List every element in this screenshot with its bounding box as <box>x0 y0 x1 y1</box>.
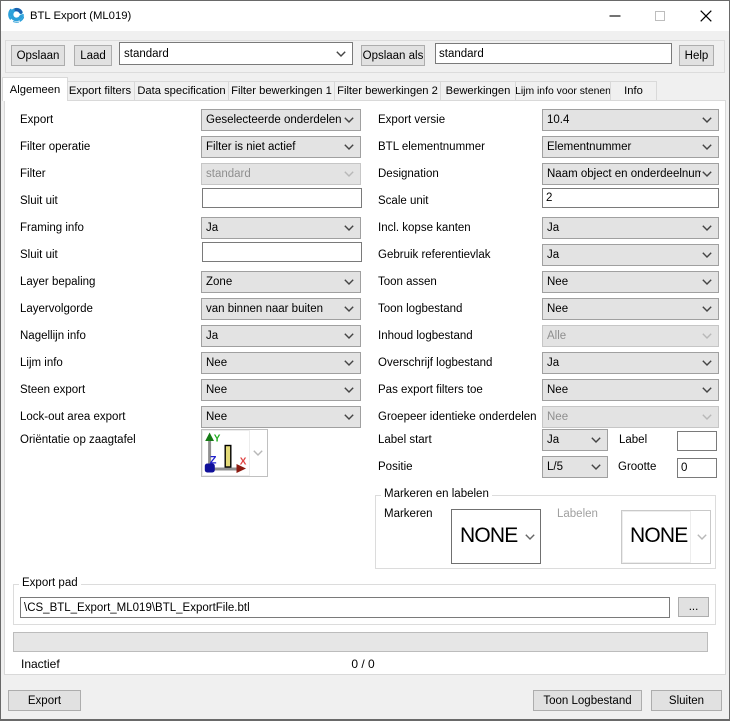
svg-text:X: X <box>240 457 247 468</box>
svg-text:Y: Y <box>214 434 221 445</box>
